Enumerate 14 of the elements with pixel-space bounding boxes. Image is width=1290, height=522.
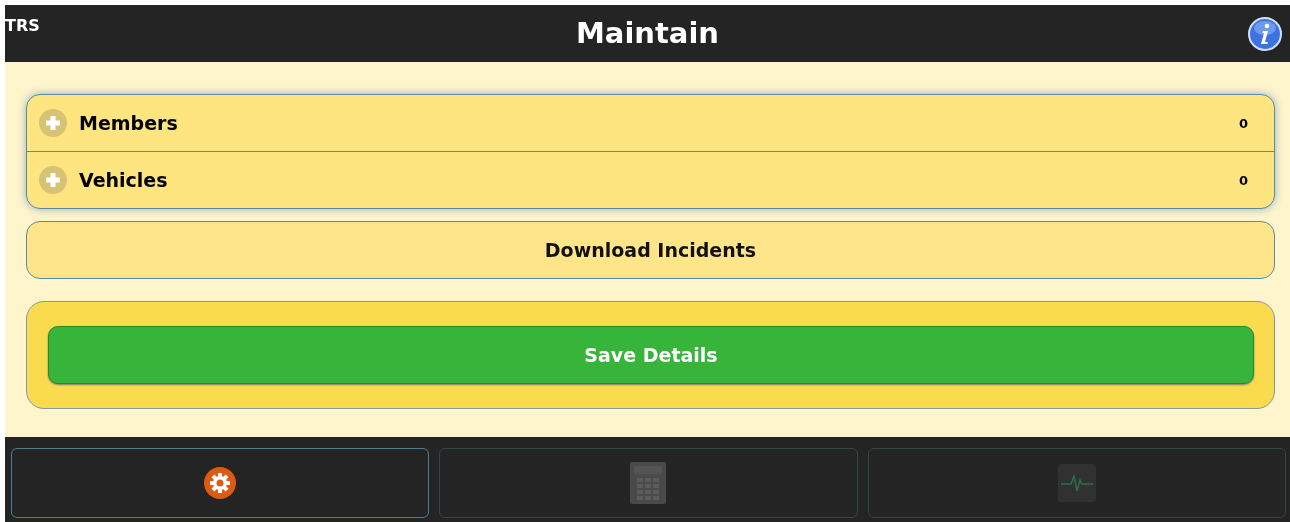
info-icon[interactable] xyxy=(1248,16,1282,51)
accordion-header[interactable]: Vehicles 0 xyxy=(27,151,1274,208)
settings-icon xyxy=(204,467,237,499)
count-label: 0 xyxy=(1238,172,1248,188)
calculator-icon xyxy=(630,462,667,504)
download-button[interactable]: Download Incidents xyxy=(26,221,1275,279)
count-label: 0 xyxy=(1238,115,1248,131)
brand-label: TRS xyxy=(5,16,40,35)
heartbeat-icon xyxy=(1057,464,1096,502)
accordion-header[interactable]: Members 0 xyxy=(27,95,1274,151)
nav-tab[interactable] xyxy=(11,448,430,518)
page-title: Maintain xyxy=(575,16,719,50)
section-label: Members xyxy=(79,112,179,134)
section-label: Vehicles xyxy=(79,169,169,191)
